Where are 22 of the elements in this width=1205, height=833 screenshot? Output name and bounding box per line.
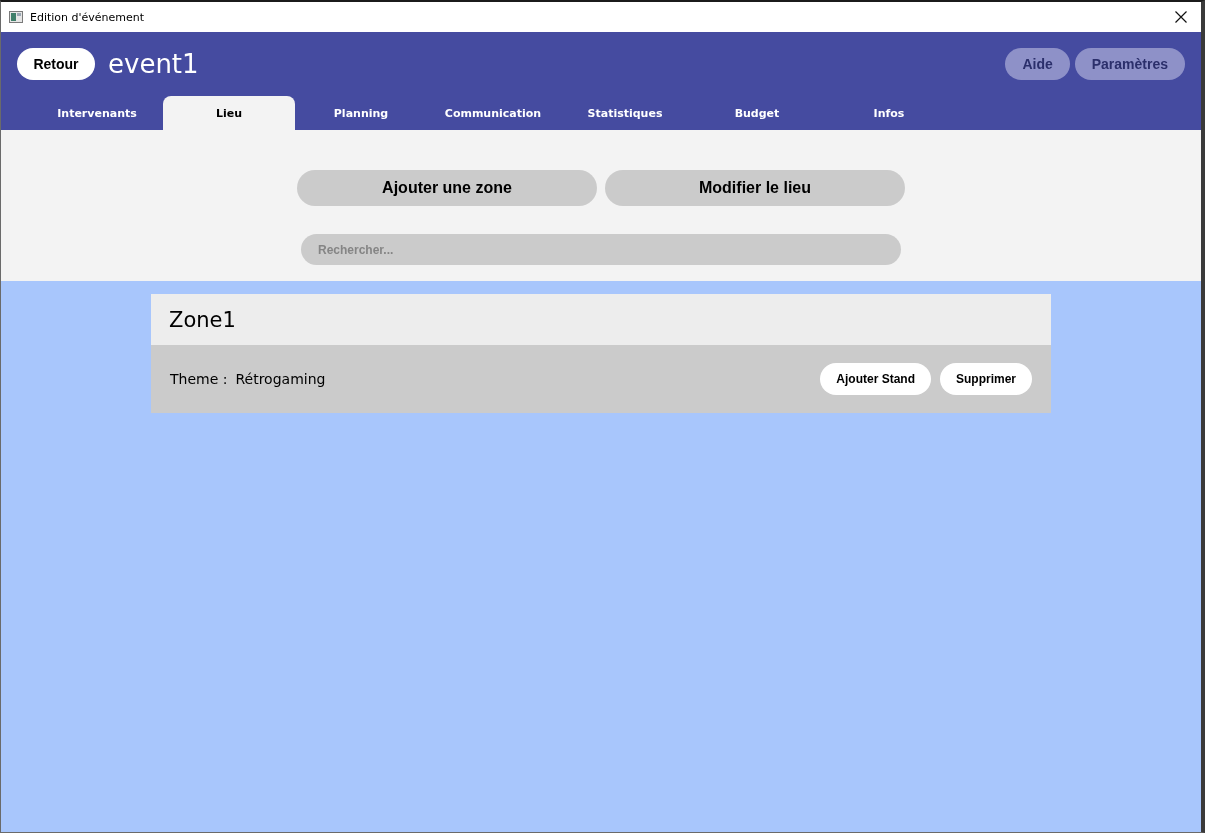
action-button[interactable]: Modifier le lieu [605,170,905,206]
header-button[interactable]: Aide [1005,48,1070,80]
tab[interactable]: Statistiques [559,96,691,130]
action-button[interactable]: Ajouter une zone [297,170,597,206]
search-field[interactable]: Rechercher... [301,234,901,265]
tab[interactable]: Lieu [163,96,295,130]
zone-name: Zone1 [169,307,236,332]
window-title: Edition d'événement [30,10,145,24]
close-icon[interactable] [1175,11,1187,23]
tab[interactable]: Infos [823,96,955,130]
theme-label: Theme : [170,371,228,387]
back-button[interactable]: Retour [17,48,95,80]
tab[interactable]: Communication [427,96,559,130]
zone-button[interactable]: Ajouter Stand [820,363,931,395]
header-button[interactable]: Paramètres [1074,48,1185,80]
tab[interactable]: Planning [295,96,427,130]
event-title: event1 [108,48,199,80]
tab[interactable]: Budget [691,96,823,130]
window-icon [9,11,23,23]
tab[interactable]: Intervenants [31,96,163,130]
zone-button[interactable]: Supprimer [940,363,1032,395]
theme-value: Rétrogaming [235,371,326,387]
